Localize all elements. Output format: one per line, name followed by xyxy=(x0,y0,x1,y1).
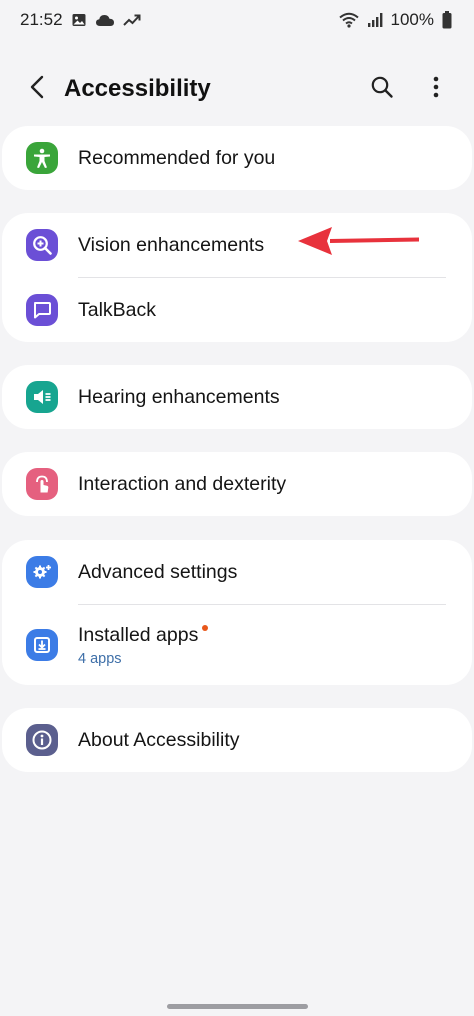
installed-apps-label: Installed apps xyxy=(78,624,199,646)
card-advanced: Advanced settings Installed apps 4 apps xyxy=(2,540,472,685)
battery-icon xyxy=(442,11,452,29)
download-box-icon xyxy=(26,629,58,661)
back-button[interactable] xyxy=(18,69,58,109)
signal-icon xyxy=(367,12,383,28)
list-item-hearing-enhancements[interactable]: Hearing enhancements xyxy=(2,365,472,429)
image-icon xyxy=(71,12,87,28)
item-label: Vision enhancements xyxy=(78,234,265,256)
item-label: Hearing enhancements xyxy=(78,386,280,408)
cloud-icon xyxy=(95,13,115,27)
page-title: Accessibility xyxy=(64,75,211,102)
search-button[interactable] xyxy=(364,71,400,107)
status-bar: 21:52 100% xyxy=(0,0,474,40)
volume-icon xyxy=(26,381,58,413)
accessibility-person-icon xyxy=(26,142,58,174)
item-label: Interaction and dexterity xyxy=(78,473,287,495)
card-interaction: Interaction and dexterity xyxy=(2,452,472,516)
status-right: 100% xyxy=(338,10,452,30)
list-item-recommended[interactable]: Recommended for you xyxy=(2,126,472,190)
item-label: About Accessibility xyxy=(78,729,240,751)
more-vert-icon xyxy=(433,76,439,103)
item-label: TalkBack xyxy=(78,299,157,321)
info-icon xyxy=(26,724,58,756)
item-label: Recommended for you xyxy=(78,147,276,169)
card-about: About Accessibility xyxy=(2,708,472,772)
battery-percent: 100% xyxy=(390,10,434,29)
list-item-about-accessibility[interactable]: About Accessibility xyxy=(2,708,472,772)
card-recommended: Recommended for you xyxy=(2,126,472,190)
list-item-interaction-dexterity[interactable]: Interaction and dexterity xyxy=(2,452,472,516)
status-left: 21:52 xyxy=(20,10,141,30)
notification-dot xyxy=(202,625,209,631)
item-label: Installed apps xyxy=(78,623,209,647)
app-bar: Accessibility xyxy=(0,64,474,114)
card-hearing: Hearing enhancements xyxy=(2,365,472,429)
status-time: 21:52 xyxy=(20,10,63,29)
wifi-icon xyxy=(338,12,359,28)
touch-icon xyxy=(26,468,58,500)
app-bar-actions xyxy=(364,71,454,107)
list-item-installed-apps[interactable]: Installed apps 4 apps xyxy=(2,605,472,685)
chat-bubble-icon xyxy=(26,294,58,326)
annotation-arrow-icon xyxy=(296,224,422,261)
gear-plus-icon xyxy=(26,556,58,588)
trend-icon xyxy=(122,13,141,27)
zoom-in-icon xyxy=(26,229,58,261)
back-chevron-icon xyxy=(28,75,48,104)
search-icon xyxy=(370,75,394,104)
item-subtitle: 4 apps xyxy=(78,651,122,667)
more-options-button[interactable] xyxy=(418,71,454,107)
home-indicator[interactable] xyxy=(167,1004,308,1009)
list-item-talkback[interactable]: TalkBack xyxy=(2,278,472,342)
list-item-advanced-settings[interactable]: Advanced settings xyxy=(2,540,472,604)
item-label: Advanced settings xyxy=(78,561,238,583)
